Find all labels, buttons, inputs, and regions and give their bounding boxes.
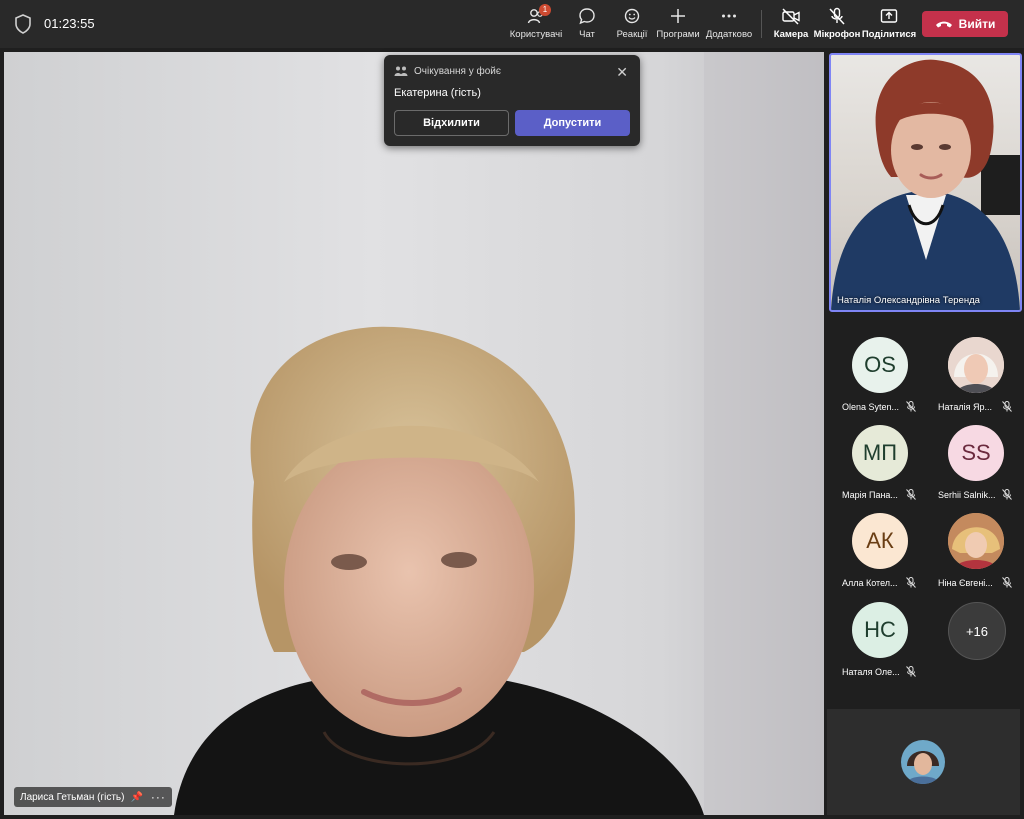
- active-speaker-video[interactable]: Наталія Олександрівна Теренда: [829, 53, 1022, 312]
- avatar: SS: [948, 425, 1004, 481]
- participant-tile[interactable]: Ніна Євгені...: [924, 498, 1020, 588]
- mic-label: Мікрофон: [813, 29, 861, 40]
- participant-tile[interactable]: OS Olena Syten...: [828, 322, 924, 412]
- avatar: [948, 513, 1004, 569]
- avatar-photo: [948, 513, 1004, 569]
- chat-button[interactable]: Чат: [575, 6, 599, 44]
- main-participant-nameplate: Лариса Гетьман (гість) 📌 ···: [14, 787, 172, 807]
- plus-icon: [671, 9, 685, 23]
- camera-button[interactable]: Камера: [773, 6, 809, 44]
- participant-video-frame: [174, 52, 824, 815]
- people-icon: [394, 66, 408, 76]
- camera-off-icon: [782, 8, 800, 25]
- more-participants-tile[interactable]: +16: [924, 587, 1020, 673]
- avatar-photo: [948, 337, 1004, 393]
- share-icon: [880, 9, 898, 23]
- close-icon[interactable]: ✕: [616, 65, 628, 79]
- more-options-icon[interactable]: ···: [151, 790, 166, 804]
- speaker-video-frame: [831, 59, 1020, 310]
- main-video[interactable]: Лариса Гетьман (гість) 📌 ···: [4, 52, 824, 815]
- participant-gallery: OS Olena Syten... Наталія Яр... МП Марія…: [828, 322, 1021, 704]
- overflow-count: +16: [948, 602, 1006, 660]
- leave-button[interactable]: Вийти: [922, 11, 1008, 37]
- leave-label: Вийти: [958, 17, 996, 31]
- more-button[interactable]: Додатково: [705, 6, 753, 44]
- participants-label: Користувачі: [509, 29, 563, 40]
- lobby-header: Очікування у фойє: [394, 65, 501, 77]
- reactions-button[interactable]: Реакції: [615, 6, 649, 44]
- participant-name: Наталя Оле...: [842, 667, 900, 677]
- avatar: МП: [852, 425, 908, 481]
- share-label: Поділитися: [861, 29, 917, 40]
- reaction-icon: [624, 8, 640, 24]
- apps-label: Програми: [656, 29, 700, 40]
- avatar: [948, 337, 1004, 393]
- avatar: АК: [852, 513, 908, 569]
- chat-label: Чат: [579, 29, 595, 40]
- toolbar-divider: [761, 10, 762, 38]
- apps-button[interactable]: Програми: [656, 6, 700, 44]
- participant-tile[interactable]: Наталія Яр...: [924, 322, 1020, 412]
- lobby-guest-name: Екатерина (гість): [394, 87, 481, 99]
- avatar: НС: [852, 602, 908, 658]
- mic-button[interactable]: Мікрофон: [813, 6, 861, 44]
- participant-tile[interactable]: SS Serhii Salnik...: [924, 410, 1020, 500]
- participant-tile[interactable]: НС Наталя Оле...: [828, 587, 924, 677]
- more-label: Додатково: [705, 29, 753, 40]
- admit-button[interactable]: Допустити: [515, 110, 630, 136]
- participants-badge: 1: [539, 4, 551, 16]
- pin-icon[interactable]: 📌: [130, 792, 142, 803]
- deny-button[interactable]: Відхилити: [394, 110, 509, 136]
- meeting-timer: 01:23:55: [44, 16, 95, 31]
- mic-off-icon: [906, 666, 916, 677]
- meeting-toolbar: 01:23:55 1 Користувачі Чат Реакції Прогр…: [0, 0, 1024, 48]
- self-avatar: [901, 740, 945, 784]
- camera-label: Камера: [773, 29, 809, 40]
- participant-tile[interactable]: АК Алла Котел...: [828, 498, 924, 588]
- participants-button[interactable]: 1 Користувачі: [509, 4, 563, 44]
- main-participant-name: Лариса Гетьман (гість): [20, 791, 125, 803]
- participant-tile[interactable]: МП Марія Пана...: [828, 410, 924, 500]
- lobby-title: Очікування у фойє: [414, 65, 501, 77]
- chat-icon: [579, 8, 595, 25]
- share-button[interactable]: Поділитися: [861, 6, 917, 44]
- avatar: OS: [852, 337, 908, 393]
- lobby-notification: Очікування у фойє ✕ Екатерина (гість) Ві…: [384, 55, 640, 146]
- self-view[interactable]: [827, 709, 1020, 815]
- speaker-name: Наталія Олександрівна Теренда: [837, 295, 980, 306]
- reactions-label: Реакції: [616, 29, 648, 40]
- hang-up-icon: [935, 21, 952, 28]
- avatar-photo: [901, 740, 945, 784]
- shield-icon[interactable]: [14, 14, 32, 34]
- mic-off-icon: [829, 7, 845, 25]
- more-icon: [722, 14, 736, 18]
